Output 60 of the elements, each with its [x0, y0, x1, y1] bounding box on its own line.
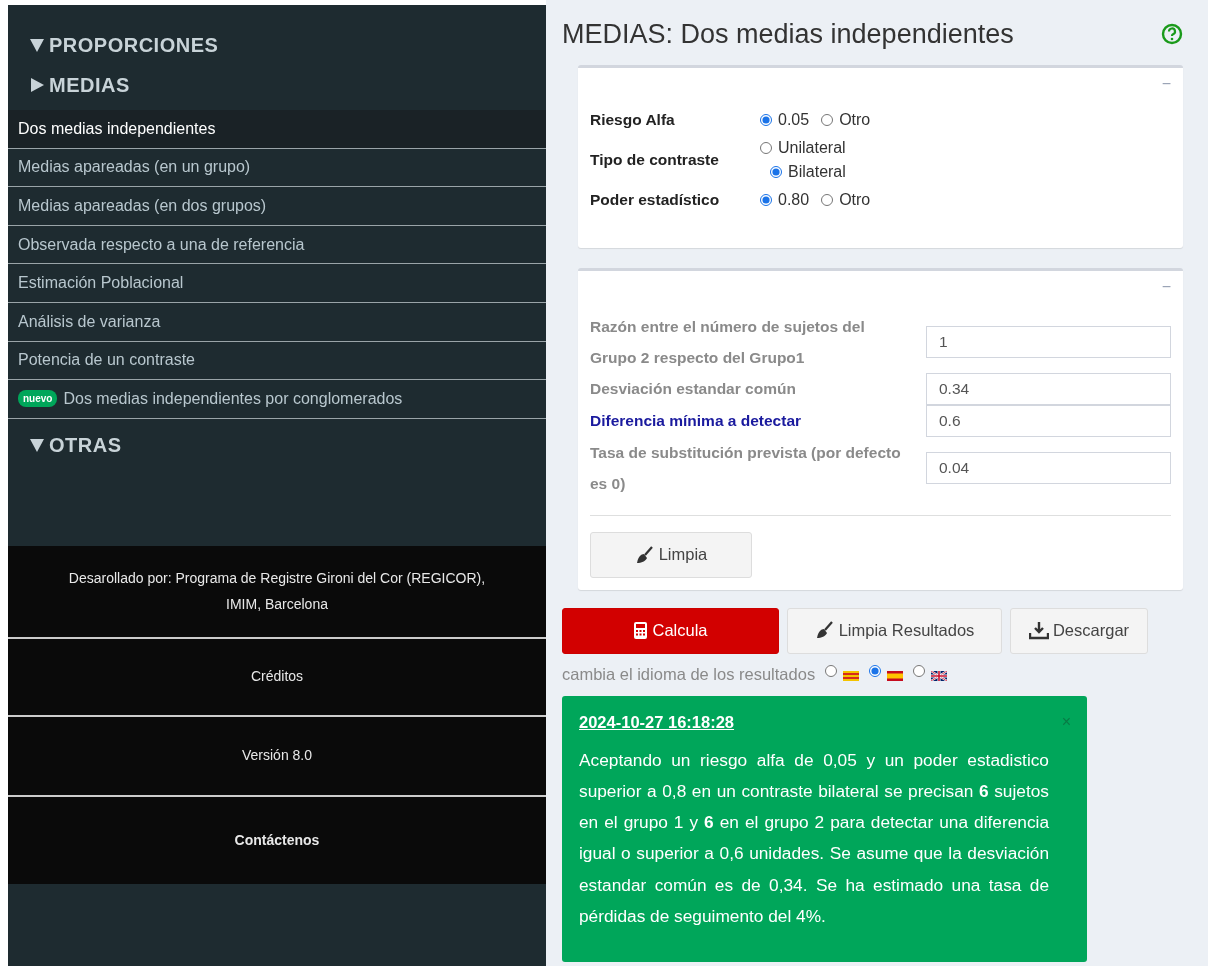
sidebar-item[interactable]: Análisis de varianza	[8, 302, 546, 342]
result-text: Aceptando un riesgo alfa de 0,05 y un poder estadistico superior a 0,8 en un contraste bilateral se precisan 6 sujetos en el grupo 1 y 6 en el grupo 2 para detectar una diferencia igual o superior a 0,6 unidades. Se asume que la desviación estandar común es de 0,34. Se ha estimado una tasa de pérdidas de seguimento del 4%.	[579, 749, 1049, 928]
option-label: 0.80	[778, 189, 810, 210]
input-field[interactable]: 0.04	[926, 451, 1171, 484]
page-title: MEDIAS: Dos medias independientes	[562, 18, 1014, 51]
input-field[interactable]: 1	[926, 325, 1171, 358]
input-field[interactable]: 0.6	[926, 404, 1171, 437]
field-label: Razón entre el número de sujetos del Grupo 2 respecto del Grupo1	[590, 316, 866, 368]
radio-button[interactable]	[760, 113, 772, 126]
section-header[interactable]: OTRAS	[49, 429, 122, 460]
sidebar-item[interactable]: Medias apareadas (en un grupo)	[8, 148, 546, 188]
new-badge: nuevo	[18, 390, 58, 408]
option-label: Unilateral	[778, 137, 846, 158]
option-label: Otro	[839, 189, 871, 210]
flag-icon	[843, 670, 860, 681]
sidebar-item[interactable]: Observada respecto a una de referencia	[8, 225, 546, 265]
clear-button[interactable]: Limpia	[590, 531, 752, 578]
sidebar-item[interactable]: Medias apareadas (en dos grupos)	[8, 187, 546, 226]
radio-button[interactable]	[770, 165, 782, 178]
radio-button[interactable]	[825, 664, 838, 677]
radio-button[interactable]	[913, 664, 926, 677]
radio-button[interactable]	[760, 193, 772, 206]
credits-text: Desarollado por: Programa de Registre Gironi del Cor (REGICOR), IMIM, Barcelona	[67, 569, 487, 614]
field-label: Desviación estandar común	[590, 379, 797, 399]
input-field[interactable]: 0.34	[926, 372, 1171, 405]
calculator-icon	[633, 621, 649, 640]
download-button[interactable]: Descargar	[1010, 607, 1148, 654]
field-label: Poder estadístico	[590, 189, 721, 210]
flag-icon	[931, 670, 948, 681]
radio-button[interactable]	[760, 141, 772, 154]
broom-icon	[634, 545, 655, 564]
option-label: Otro	[839, 109, 871, 130]
download-icon	[1028, 621, 1049, 640]
option-label: Bilateral	[788, 161, 846, 182]
footer-link[interactable]: Contáctenos	[234, 827, 320, 854]
radio-button[interactable]	[821, 113, 834, 126]
sidebar-item[interactable]: Estimación Poblacional	[8, 264, 546, 303]
sidebar-item[interactable]: nuevo Dos medias independientes por conglomerados	[8, 380, 546, 419]
field-label: Diferencia mínima a detectar	[590, 411, 803, 431]
flag-icon	[887, 670, 904, 681]
radio-button[interactable]	[869, 664, 882, 677]
caret-right-icon[interactable]	[29, 76, 45, 94]
field-label: Riesgo Alfa	[590, 109, 676, 130]
radio-button[interactable]	[821, 193, 834, 206]
field-label: Tasa de substitución prevista (por defecto es 0)	[590, 442, 902, 494]
sidebar-item[interactable]: Dos medias independientes	[8, 110, 546, 149]
sidebar-item[interactable]: Potencia de un contraste	[8, 341, 546, 381]
footer-link[interactable]: Créditos	[250, 664, 304, 690]
clear-results-button[interactable]: Limpia Resultados	[787, 607, 1002, 654]
field-label: Tipo de contraste	[590, 149, 720, 170]
item-label: Dos medias independientes por conglomerados	[63, 388, 403, 409]
caret-down-icon[interactable]	[29, 36, 45, 54]
section-header[interactable]: PROPORCIONES	[49, 30, 219, 60]
section-header[interactable]: MEDIAS	[49, 70, 130, 100]
calculate-button[interactable]: Calcula	[562, 607, 779, 654]
broom-icon	[814, 621, 835, 640]
footer-link[interactable]: Versión 8.0	[241, 743, 313, 769]
language-label: cambia el idioma de los resultados	[562, 663, 816, 685]
option-label: 0.05	[778, 109, 810, 130]
help-icon[interactable]	[1161, 23, 1183, 46]
